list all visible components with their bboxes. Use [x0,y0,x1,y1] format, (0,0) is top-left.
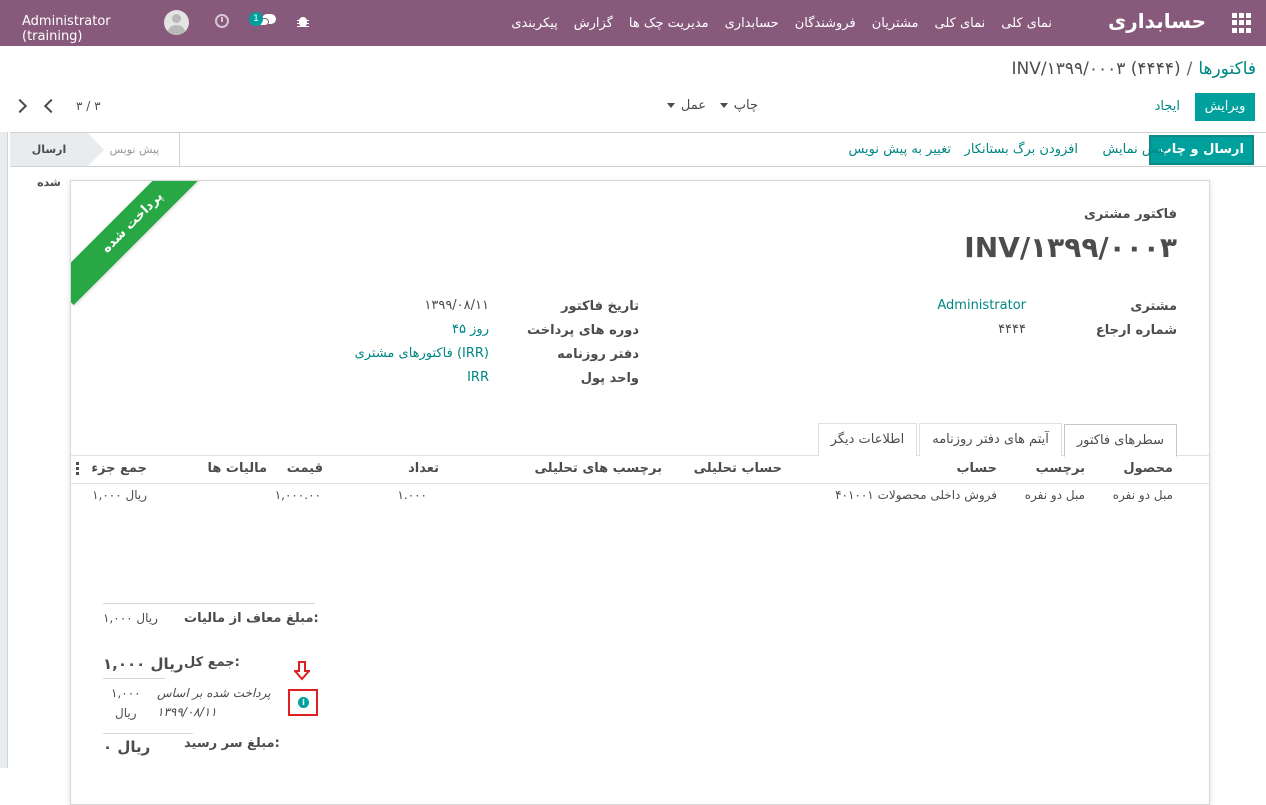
invoice-number: INV/۱۳۹۹/۰۰۰۳ [964,231,1177,264]
menu-item-overview-2[interactable]: نمای کلی [927,16,994,31]
preview-button[interactable]: پیش نمایش [1102,142,1166,157]
breadcrumb: فاکتورها / INV/۱۳۹۹/۰۰۰۳ (۴۴۴۴) [1012,59,1256,79]
customer-value[interactable]: Administrator [937,298,1026,313]
stage-posted[interactable]: ارسال شده [10,133,104,189]
cell-price[interactable]: ۱,۰۰۰.۰۰ [275,488,321,502]
paid-ribbon: پرداخت شده [71,181,216,306]
messaging-counter-badge: 1 [249,12,263,26]
status-bar: ارسال و چاپ پیش نمایش افزودن برگ بستانکا… [10,132,1266,189]
currency-label: واحد پول [580,371,639,386]
edit-button[interactable]: ویرایش [1195,93,1255,121]
column-analytic-tags[interactable]: برچسب های تحلیلی [534,461,662,476]
invoice-date-label: تاریخ فاکتور [561,299,639,314]
arrow-down-icon [294,661,310,681]
chevron-down-icon [719,103,728,108]
totals-divider-top [103,603,315,604]
info-icon: i [298,697,309,708]
payment-info-button[interactable]: i [288,689,318,716]
column-analytic-account[interactable]: حساب تحلیلی [694,461,782,476]
paid-amount-value: ۱,۰۰۰ [111,686,141,700]
totals-divider-bottom [103,733,193,734]
notebook-tabs: سطرهای فاکتور آیتم های دفتر روزنامه اطلا… [816,423,1177,457]
payment-terms-value[interactable]: ۴۵ روز [452,322,489,337]
amount-due-value: ۰ ریال [103,738,151,756]
amount-due-label: مبلغ سر رسید: [184,736,280,751]
menu-item-reporting[interactable]: گزارش [566,16,621,31]
cell-product[interactable]: مبل دو نفره [1113,488,1173,502]
breadcrumb-invoices-link[interactable]: فاکتورها [1198,59,1256,79]
invoice-date-value: ۱۳۹۹/۰۸/۱۱ [424,298,489,313]
invoice-type-subtitle: فاکتور مشتری [1083,207,1177,222]
currency-value[interactable]: IRR [467,370,489,385]
stage-draft[interactable]: پیش نویس [90,133,180,166]
top-navbar: حسابداری نمای کلی نمای کلی مشتریان فروشن… [0,0,1266,46]
column-subtotal[interactable]: جمع جزء [91,461,147,476]
left-edge-bar [0,132,8,768]
menu-item-vendors[interactable]: فروشندگان [787,16,864,31]
menu-item-check-management[interactable]: مدیریت چک ها [621,16,717,31]
add-credit-note-button[interactable]: افزودن برگ بستانکار [965,142,1078,157]
print-dropdown[interactable]: چاپ [719,98,758,113]
app-brand: حسابداری [1107,9,1206,33]
menu-item-customers[interactable]: مشتریان [864,16,927,31]
tab-other-info[interactable]: اطلاعات دیگر [817,423,918,456]
column-account[interactable]: حساب [956,461,997,476]
create-button[interactable]: ایجاد [1149,93,1186,121]
menu-item-configuration[interactable]: پیکربندی [503,16,565,31]
reset-to-draft-button[interactable]: تغییر به پیش نویس [848,142,951,157]
main-menu: نمای کلی نمای کلی مشتریان فروشندگان حساب… [503,0,1060,46]
debug-bug-icon[interactable] [297,14,309,28]
column-product[interactable]: محصول [1123,461,1173,476]
breadcrumb-current: INV/۱۳۹۹/۰۰۰۳ (۴۴۴۴) [1011,59,1181,79]
payment-terms-label: دوره های پرداخت [527,323,639,338]
total-value: ۱,۰۰۰ ریال [103,655,184,673]
table-header-divider [71,483,1209,484]
action-dropdown[interactable]: عمل [666,98,706,113]
pager-next-icon[interactable] [42,98,58,114]
cell-quantity[interactable]: ۱.۰۰۰ [397,488,427,502]
cell-label[interactable]: مبل دو نفره [1025,488,1085,502]
menu-item-overview-1[interactable]: نمای کلی [993,16,1060,31]
paid-amount-currency: ریال [115,706,137,720]
breadcrumb-separator: / [1186,59,1193,79]
untaxed-amount-label: مبلغ معاف از مالیات: [184,611,319,626]
activity-clock-icon[interactable] [215,14,229,28]
user-avatar[interactable] [164,10,189,35]
reference-value: ۴۴۴۴ [998,322,1026,337]
cell-account[interactable]: ۴۰۱۰۰۱ فروش داخلی محصولات [835,488,997,502]
pager-previous-icon[interactable] [14,98,30,114]
journal-value[interactable]: فاکتورهای مشتری (IRR) [355,346,489,361]
optional-columns-icon[interactable] [76,462,79,476]
column-label[interactable]: برچسب [1036,461,1085,476]
untaxed-amount-value: ۱,۰۰۰ ریال [103,611,158,625]
print-dropdown-label: چاپ [733,98,758,113]
total-underline [103,678,165,679]
column-price[interactable]: قیمت [287,461,323,476]
chevron-down-icon [666,103,675,108]
paid-note-line1: پرداخت شده بر اساس [157,686,271,700]
invoice-sheet: پرداخت شده فاکتور مشتری INV/۱۳۹۹/۰۰۰۳ مش… [70,180,1210,805]
customer-label: مشتری [1130,299,1177,314]
menu-item-accounting[interactable]: حسابداری [717,16,787,31]
action-dropdown-label: عمل [680,98,706,113]
apps-menu-icon[interactable] [1232,13,1252,33]
total-label: جمع کل: [184,655,240,670]
journal-label: دفتر روزنامه [557,347,639,362]
tab-invoice-lines[interactable]: سطرهای فاکتور [1063,424,1177,457]
tab-journal-items[interactable]: آیتم های دفتر روزنامه [919,423,1062,456]
pager-value[interactable]: ۳ / ۳ [76,99,101,113]
reference-label: شماره ارجاع [1095,323,1177,338]
column-taxes[interactable]: مالیات ها [208,461,267,476]
column-quantity[interactable]: تعداد [408,461,439,476]
user-menu[interactable]: Administrator (training) [22,14,111,44]
paid-note-date: ۱۳۹۹/۰۸/۱۱ [157,705,217,719]
cell-subtotal[interactable]: ۱,۰۰۰ ریال [92,488,147,502]
